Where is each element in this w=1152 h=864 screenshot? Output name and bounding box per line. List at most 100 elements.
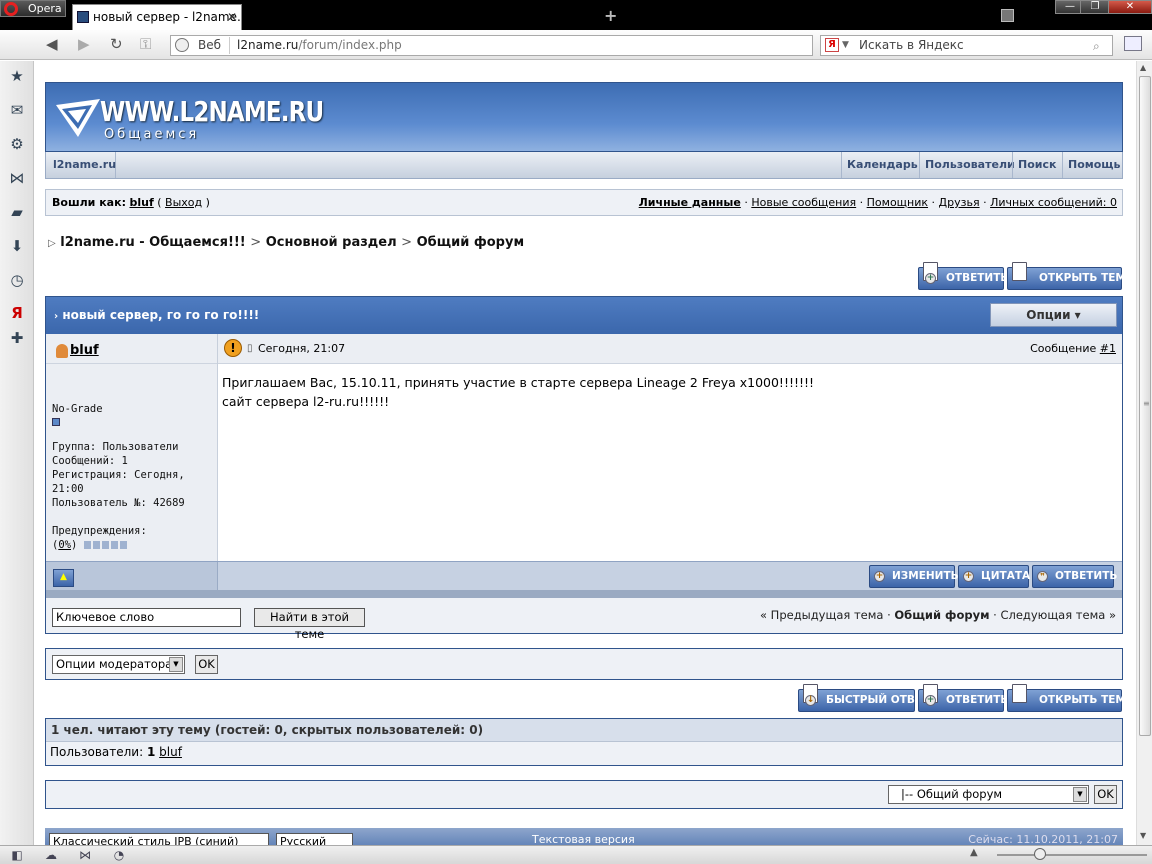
- engine-dropdown-icon[interactable]: ▼: [842, 36, 849, 55]
- search-field[interactable]: Я ▼ Искать в Яндекс ⌕: [820, 35, 1113, 56]
- gear-icon[interactable]: ⚙: [8, 135, 26, 153]
- new-tab-button[interactable]: +: [604, 8, 617, 24]
- author-group: Группа: Пользователи: [52, 441, 179, 453]
- search-placeholder[interactable]: Искать в Яндекс: [859, 36, 964, 55]
- forward-icon[interactable]: ▶: [78, 36, 90, 52]
- logout-link[interactable]: Выход: [165, 196, 202, 209]
- breadcrumb-forum[interactable]: Общий форум: [417, 235, 524, 250]
- key-icon[interactable]: ⚿: [140, 36, 151, 52]
- warning-icon[interactable]: !: [224, 339, 242, 357]
- post-body-line: Приглашаем Вас, 15.10.11, принять участи…: [222, 375, 815, 390]
- reply-button-bottom[interactable]: + ОТВЕТИТЬ: [918, 684, 1008, 712]
- address-url[interactable]: l2name.ru/forum/index.php: [237, 36, 402, 55]
- breadcrumb-arrow-icon: ▷: [48, 238, 56, 249]
- navigation-bar: ◀ ▶ ↻ ⚿ Веб l2name.ru/forum/index.php Я …: [0, 30, 1152, 60]
- tab-active[interactable]: новый сервер - l2name.... ✕: [72, 4, 242, 30]
- mail-icon[interactable]: ✉: [8, 101, 26, 119]
- new-topic-button-top[interactable]: ОТКРЫТЬ ТЕМУ: [1007, 262, 1134, 290]
- search-icon[interactable]: ⌕: [1093, 37, 1110, 54]
- topic-search-row: Ключевое слово Найти в этой теме « Преды…: [45, 598, 1123, 641]
- scroll-top-icon[interactable]: ▲: [53, 569, 74, 587]
- zoom-slider-track[interactable]: [997, 854, 1147, 856]
- assistant-link[interactable]: Помощник: [867, 196, 928, 209]
- plus-icon: +: [925, 695, 936, 706]
- vertical-scrollbar[interactable]: ▲ ≡ ▼: [1136, 61, 1152, 845]
- opera-menu-button[interactable]: Opera: [0, 0, 66, 17]
- forum-jump-ok-button[interactable]: OK: [1094, 785, 1117, 804]
- unite-status-icon[interactable]: ⋈: [78, 848, 92, 862]
- menu-home-link[interactable]: l2name.ru: [46, 152, 116, 178]
- zoom-slider-knob[interactable]: [1034, 848, 1046, 860]
- moderator-bar: Опции модератора ▼ OK: [45, 648, 1123, 680]
- forum-jump-select[interactable]: |-- Общий форум ▼: [888, 785, 1089, 804]
- reply-post-button[interactable]: ❞ ОТВЕТИТЬ: [1032, 565, 1117, 588]
- menu-search[interactable]: Поиск: [1012, 152, 1061, 178]
- mail-notification-icon[interactable]: [1124, 36, 1142, 51]
- keyword-input[interactable]: Ключевое слово: [52, 608, 241, 627]
- username-link[interactable]: bluf: [129, 196, 153, 209]
- new-posts-link[interactable]: Новые сообщения: [751, 196, 856, 209]
- skin-select[interactable]: Классический стиль IPB (синий): [49, 833, 269, 845]
- profile-link[interactable]: Личные данные: [639, 196, 741, 209]
- topic-table: › новый сервер, го го го го!!!! Опции ▾ …: [45, 296, 1123, 598]
- author-number: Пользователь №: 42689: [52, 497, 185, 509]
- prev-topic-link[interactable]: « Предыдущая тема: [760, 608, 883, 622]
- edit-button[interactable]: + ИЗМЕНИТЬ: [869, 565, 959, 588]
- next-topic-link[interactable]: Следующая тема »: [1000, 608, 1116, 622]
- topic-header: › новый сервер, го го го го!!!!: [46, 297, 1122, 334]
- close-window-button[interactable]: ✕: [1108, 0, 1152, 14]
- unite-icon[interactable]: ⋈: [8, 169, 26, 187]
- notes-icon[interactable]: ▰: [8, 203, 26, 221]
- current-time: Сейчас: 11.10.2011, 21:07: [968, 833, 1118, 845]
- plus-icon[interactable]: ✚: [8, 329, 26, 347]
- scroll-down-icon[interactable]: ▼: [1140, 831, 1146, 840]
- reader-user-link[interactable]: bluf: [159, 745, 182, 759]
- quick-reply-button[interactable]: ↓ БЫСТРЫЙ ОТВЕТ: [798, 684, 929, 712]
- scrollbar-thumb[interactable]: ≡: [1139, 76, 1151, 736]
- yandex-icon[interactable]: Я: [825, 38, 839, 52]
- menu-help[interactable]: Помощь: [1062, 152, 1125, 178]
- user-links: Личные данные · Новые сообщения · Помощн…: [638, 196, 1117, 209]
- forum-link[interactable]: Общий форум: [894, 608, 989, 622]
- moderator-ok-button[interactable]: OK: [195, 655, 218, 674]
- user-icon: [56, 344, 68, 358]
- closed-tabs-trash-icon[interactable]: [1001, 9, 1014, 22]
- panel-toggle-icon[interactable]: ◧: [10, 848, 24, 862]
- friends-link[interactable]: Друзья: [939, 196, 980, 209]
- yandex-sidebar-icon[interactable]: Я: [8, 304, 26, 322]
- post-time: Сегодня, 21:07: [258, 342, 346, 355]
- address-bar[interactable]: Веб l2name.ru/forum/index.php: [170, 35, 813, 56]
- downloads-icon[interactable]: ⬇: [8, 237, 26, 255]
- language-select[interactable]: Русский: [276, 833, 353, 845]
- post-author-link[interactable]: bluf: [70, 343, 99, 358]
- post-body: Приглашаем Вас, 15.10.11, принять участи…: [222, 373, 814, 411]
- reload-icon[interactable]: ↻: [110, 36, 123, 52]
- topic-options-button[interactable]: Опции ▾: [990, 303, 1117, 327]
- history-icon[interactable]: ◷: [8, 271, 26, 289]
- new-topic-button-bottom[interactable]: ОТКРЫТЬ ТЕМУ: [1007, 684, 1134, 712]
- reply-button-top[interactable]: + ОТВЕТИТЬ: [918, 262, 1008, 290]
- breadcrumb-section[interactable]: Основной раздел: [266, 235, 397, 250]
- readers-header: 1 чел. читают эту тему (гостей: 0, скрыт…: [46, 719, 1122, 742]
- post-number-link[interactable]: #1: [1100, 342, 1116, 355]
- back-icon[interactable]: ◀: [46, 36, 58, 52]
- scroll-up-icon[interactable]: ▲: [1140, 63, 1146, 72]
- text-version-link[interactable]: Текстовая версия: [532, 833, 635, 845]
- maximize-button[interactable]: ❐: [1080, 0, 1110, 14]
- star-icon[interactable]: ★: [8, 67, 26, 85]
- cloud-icon[interactable]: ☁: [44, 848, 58, 862]
- messages-link[interactable]: Личных сообщений: 0: [990, 196, 1117, 209]
- warn-level-link[interactable]: 0%: [58, 539, 71, 551]
- logo-title: WWW.L2NAME.RU: [100, 95, 324, 128]
- post-author-header: bluf: [46, 334, 217, 364]
- search-topic-button[interactable]: Найти в этой теме: [254, 608, 365, 641]
- menu-users[interactable]: Пользователи: [919, 152, 1020, 178]
- tab-close-icon[interactable]: ✕: [227, 5, 239, 29]
- breadcrumb-home[interactable]: l2name.ru - Общаемся!!!: [60, 235, 246, 250]
- menu-calendar[interactable]: Календарь: [841, 152, 923, 178]
- plus-icon: +: [925, 273, 936, 284]
- quote-button[interactable]: + ЦИТАТА: [958, 565, 1030, 588]
- moderator-options-select[interactable]: Опции модератора ▼: [52, 655, 185, 674]
- zoom-arrow-icon[interactable]: ▲: [970, 847, 978, 858]
- turbo-icon[interactable]: ◔: [112, 848, 126, 862]
